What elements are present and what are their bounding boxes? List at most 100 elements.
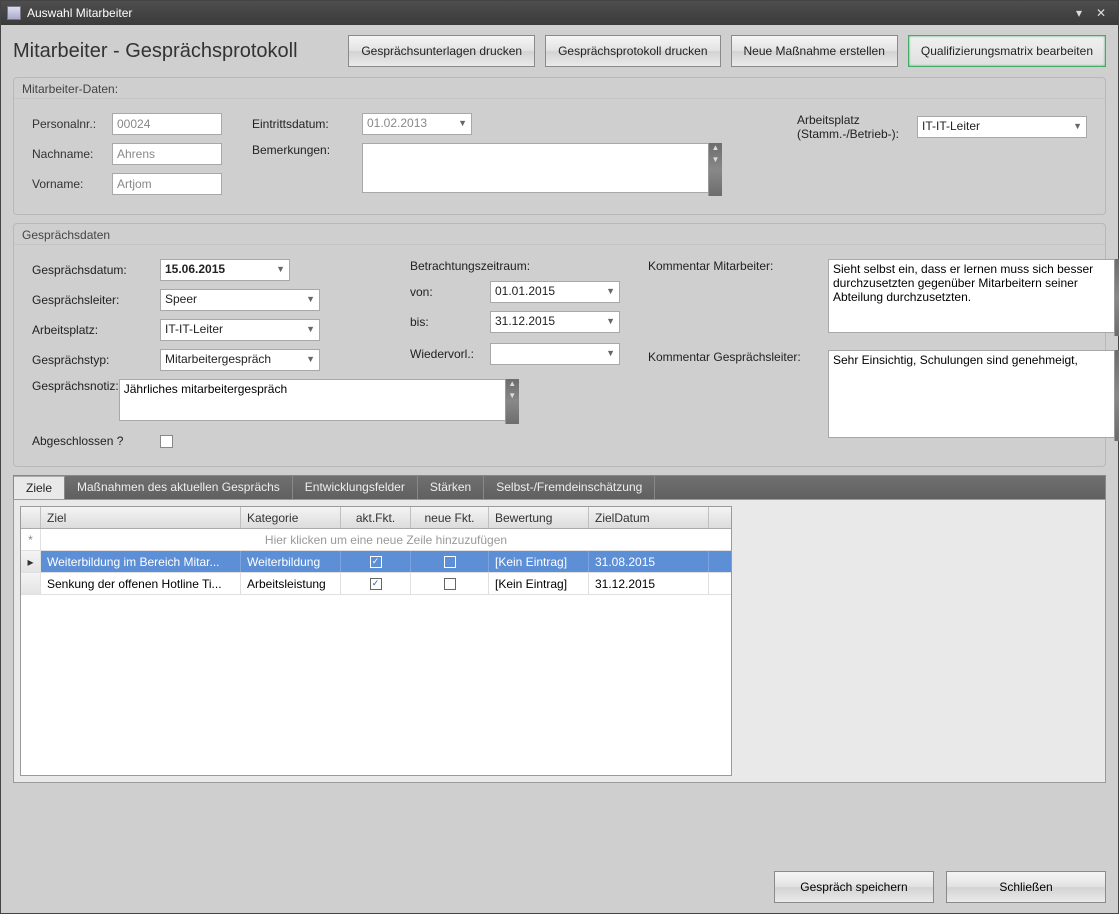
datum-value: 15.06.2015 <box>165 262 225 276</box>
scroll-down-icon[interactable]: ▼ <box>1115 362 1119 374</box>
eintritt-value: 01.02.2013 <box>367 116 427 130</box>
tab-entwicklungsfelder[interactable]: Entwicklungsfelder <box>293 476 418 499</box>
window-title: Auswahl Mitarbeiter <box>27 6 132 20</box>
bis-value: 31.12.2015 <box>495 314 555 328</box>
page-title: Mitarbeiter - Gesprächsprotokoll <box>13 40 298 63</box>
scrollbar[interactable]: ▲▼ <box>708 143 722 196</box>
personalnr-field[interactable] <box>112 113 222 135</box>
checkbox-icon[interactable] <box>444 556 456 568</box>
komm-gl-label: Kommentar Gesprächsleiter: <box>648 350 818 437</box>
tab-ziele[interactable]: Ziele <box>14 476 65 499</box>
col-kategorie[interactable]: Kategorie <box>241 507 341 528</box>
cell-aktfkt[interactable]: ✓ <box>341 573 411 594</box>
table-row[interactable]: Senkung der offenen Hotline Ti...Arbeits… <box>21 573 731 595</box>
nachname-label: Nachname: <box>32 147 112 161</box>
app-window: Auswahl Mitarbeiter ▾ ✕ Mitarbeiter - Ge… <box>0 0 1119 914</box>
personalnr-label: Personalnr.: <box>32 117 112 131</box>
scroll-up-icon[interactable]: ▲ <box>506 379 519 391</box>
titlebar: Auswahl Mitarbeiter ▾ ✕ <box>1 1 1118 25</box>
tab-massnahmen[interactable]: Maßnahmen des aktuellen Gesprächs <box>65 476 293 499</box>
scrollbar[interactable]: ▲▼ <box>1114 259 1119 336</box>
employee-data-group: Mitarbeiter-Daten: Personalnr.: Nachname… <box>13 77 1106 215</box>
wiedervorl-label: Wiedervorl.: <box>410 347 490 361</box>
eintritt-date-field[interactable]: 01.02.2013 ▼ <box>362 113 472 135</box>
chevron-down-icon: ▼ <box>606 316 615 326</box>
table-row[interactable]: ▸Weiterbildung im Bereich Mitar...Weiter… <box>21 551 731 573</box>
cell-ziel[interactable]: Senkung der offenen Hotline Ti... <box>41 573 241 594</box>
notiz-label: Gesprächsnotiz: <box>32 379 119 393</box>
col-bewertung[interactable]: Bewertung <box>489 507 589 528</box>
col-zieldatum[interactable]: ZielDatum <box>589 507 709 528</box>
cell-kategorie[interactable]: Weiterbildung <box>241 551 341 572</box>
notiz-field[interactable] <box>119 379 519 421</box>
abgeschlossen-label: Abgeschlossen ? <box>32 434 160 448</box>
cell-neufkt[interactable] <box>411 573 489 594</box>
leiter-select[interactable]: Speer ▼ <box>160 289 320 311</box>
print-protocol-button[interactable]: Gesprächsprotokoll drucken <box>545 35 720 67</box>
cell-neufkt[interactable] <box>411 551 489 572</box>
chevron-down-icon: ▼ <box>306 324 315 334</box>
arbeitsplatz-value: IT-IT-Leiter <box>922 119 980 133</box>
scroll-up-icon[interactable]: ▲ <box>709 143 722 155</box>
col-ziel[interactable]: Ziel <box>41 507 241 528</box>
scroll-down-icon[interactable]: ▼ <box>1115 271 1119 283</box>
arbeitsplatz-select[interactable]: IT-IT-Leiter ▼ <box>917 116 1087 138</box>
tab-staerken[interactable]: Stärken <box>418 476 484 499</box>
save-button[interactable]: Gespräch speichern <box>774 871 934 903</box>
window-close-icon[interactable]: ✕ <box>1090 6 1112 20</box>
chevron-down-icon: ▼ <box>606 348 615 358</box>
nachname-field[interactable] <box>112 143 222 165</box>
print-docs-button[interactable]: Gesprächsunterlagen drucken <box>348 35 535 67</box>
bemerkungen-field[interactable] <box>362 143 722 193</box>
bis-date-field[interactable]: 31.12.2015 ▼ <box>490 311 620 333</box>
arbeitsplatz-conv-select[interactable]: IT-IT-Leiter ▼ <box>160 319 320 341</box>
scrollbar[interactable]: ▲▼ <box>1114 350 1119 441</box>
close-button[interactable]: Schließen <box>946 871 1106 903</box>
grid-header: Ziel Kategorie akt.Fkt. neue Fkt. Bewert… <box>21 507 731 529</box>
vorname-field[interactable] <box>112 173 222 195</box>
chevron-down-icon: ▼ <box>306 294 315 304</box>
col-neufkt[interactable]: neue Fkt. <box>411 507 489 528</box>
scroll-up-icon[interactable]: ▲ <box>1115 259 1119 271</box>
tab-einschaetzung[interactable]: Selbst-/Fremdeinschätzung <box>484 476 655 499</box>
checkbox-icon[interactable]: ✓ <box>370 556 382 568</box>
chevron-down-icon: ▼ <box>306 354 315 364</box>
leiter-label: Gesprächsleiter: <box>32 293 160 307</box>
cell-zieldatum[interactable]: 31.12.2015 <box>589 573 709 594</box>
conversation-group-title: Gesprächsdaten <box>14 224 1105 245</box>
abgeschlossen-checkbox[interactable] <box>160 435 173 448</box>
scroll-down-icon[interactable]: ▼ <box>506 391 519 403</box>
datum-field[interactable]: 15.06.2015 ▼ <box>160 259 290 281</box>
scrollbar[interactable]: ▲▼ <box>505 379 519 424</box>
arbeitsplatz-label: Arbeitsplatz (Stamm.-/Betrieb-): <box>797 113 917 142</box>
edit-qualification-matrix-button[interactable]: Qualifizierungsmatrix bearbeiten <box>908 35 1106 67</box>
row-indicator-icon <box>21 573 41 594</box>
cell-kategorie[interactable]: Arbeitsleistung <box>241 573 341 594</box>
von-date-field[interactable]: 01.01.2015 ▼ <box>490 281 620 303</box>
new-row-hint: Hier klicken um eine neue Zeile hinzuzuf… <box>41 533 731 547</box>
arbeitsplatz-conv-label: Arbeitsplatz: <box>32 323 160 337</box>
komm-ma-field[interactable] <box>828 259 1119 333</box>
scroll-up-icon[interactable]: ▲ <box>1115 350 1119 362</box>
new-measure-button[interactable]: Neue Maßnahme erstellen <box>731 35 898 67</box>
cell-bewertung[interactable]: [Kein Eintrag] <box>489 551 589 572</box>
col-aktfkt[interactable]: akt.Fkt. <box>341 507 411 528</box>
typ-select[interactable]: Mitarbeitergespräch ▼ <box>160 349 320 371</box>
cell-zieldatum[interactable]: 31.08.2015 <box>589 551 709 572</box>
checkbox-icon[interactable]: ✓ <box>370 578 382 590</box>
cell-bewertung[interactable]: [Kein Eintrag] <box>489 573 589 594</box>
wiedervorl-field[interactable]: ▼ <box>490 343 620 365</box>
grid-new-row[interactable]: * Hier klicken um eine neue Zeile hinzuz… <box>21 529 731 551</box>
bemerkungen-label: Bemerkungen: <box>252 143 362 157</box>
cell-ziel[interactable]: Weiterbildung im Bereich Mitar... <box>41 551 241 572</box>
chevron-down-icon: ▼ <box>458 118 467 128</box>
cell-aktfkt[interactable]: ✓ <box>341 551 411 572</box>
app-icon <box>7 6 21 20</box>
ziele-grid: Ziel Kategorie akt.Fkt. neue Fkt. Bewert… <box>20 506 732 776</box>
zeitraum-label: Betrachtungszeitraum: <box>410 259 530 273</box>
window-options-icon[interactable]: ▾ <box>1068 6 1090 20</box>
komm-gl-field[interactable] <box>828 350 1119 438</box>
eintritt-label: Eintrittsdatum: <box>252 117 362 131</box>
checkbox-icon[interactable] <box>444 578 456 590</box>
scroll-down-icon[interactable]: ▼ <box>709 155 722 167</box>
